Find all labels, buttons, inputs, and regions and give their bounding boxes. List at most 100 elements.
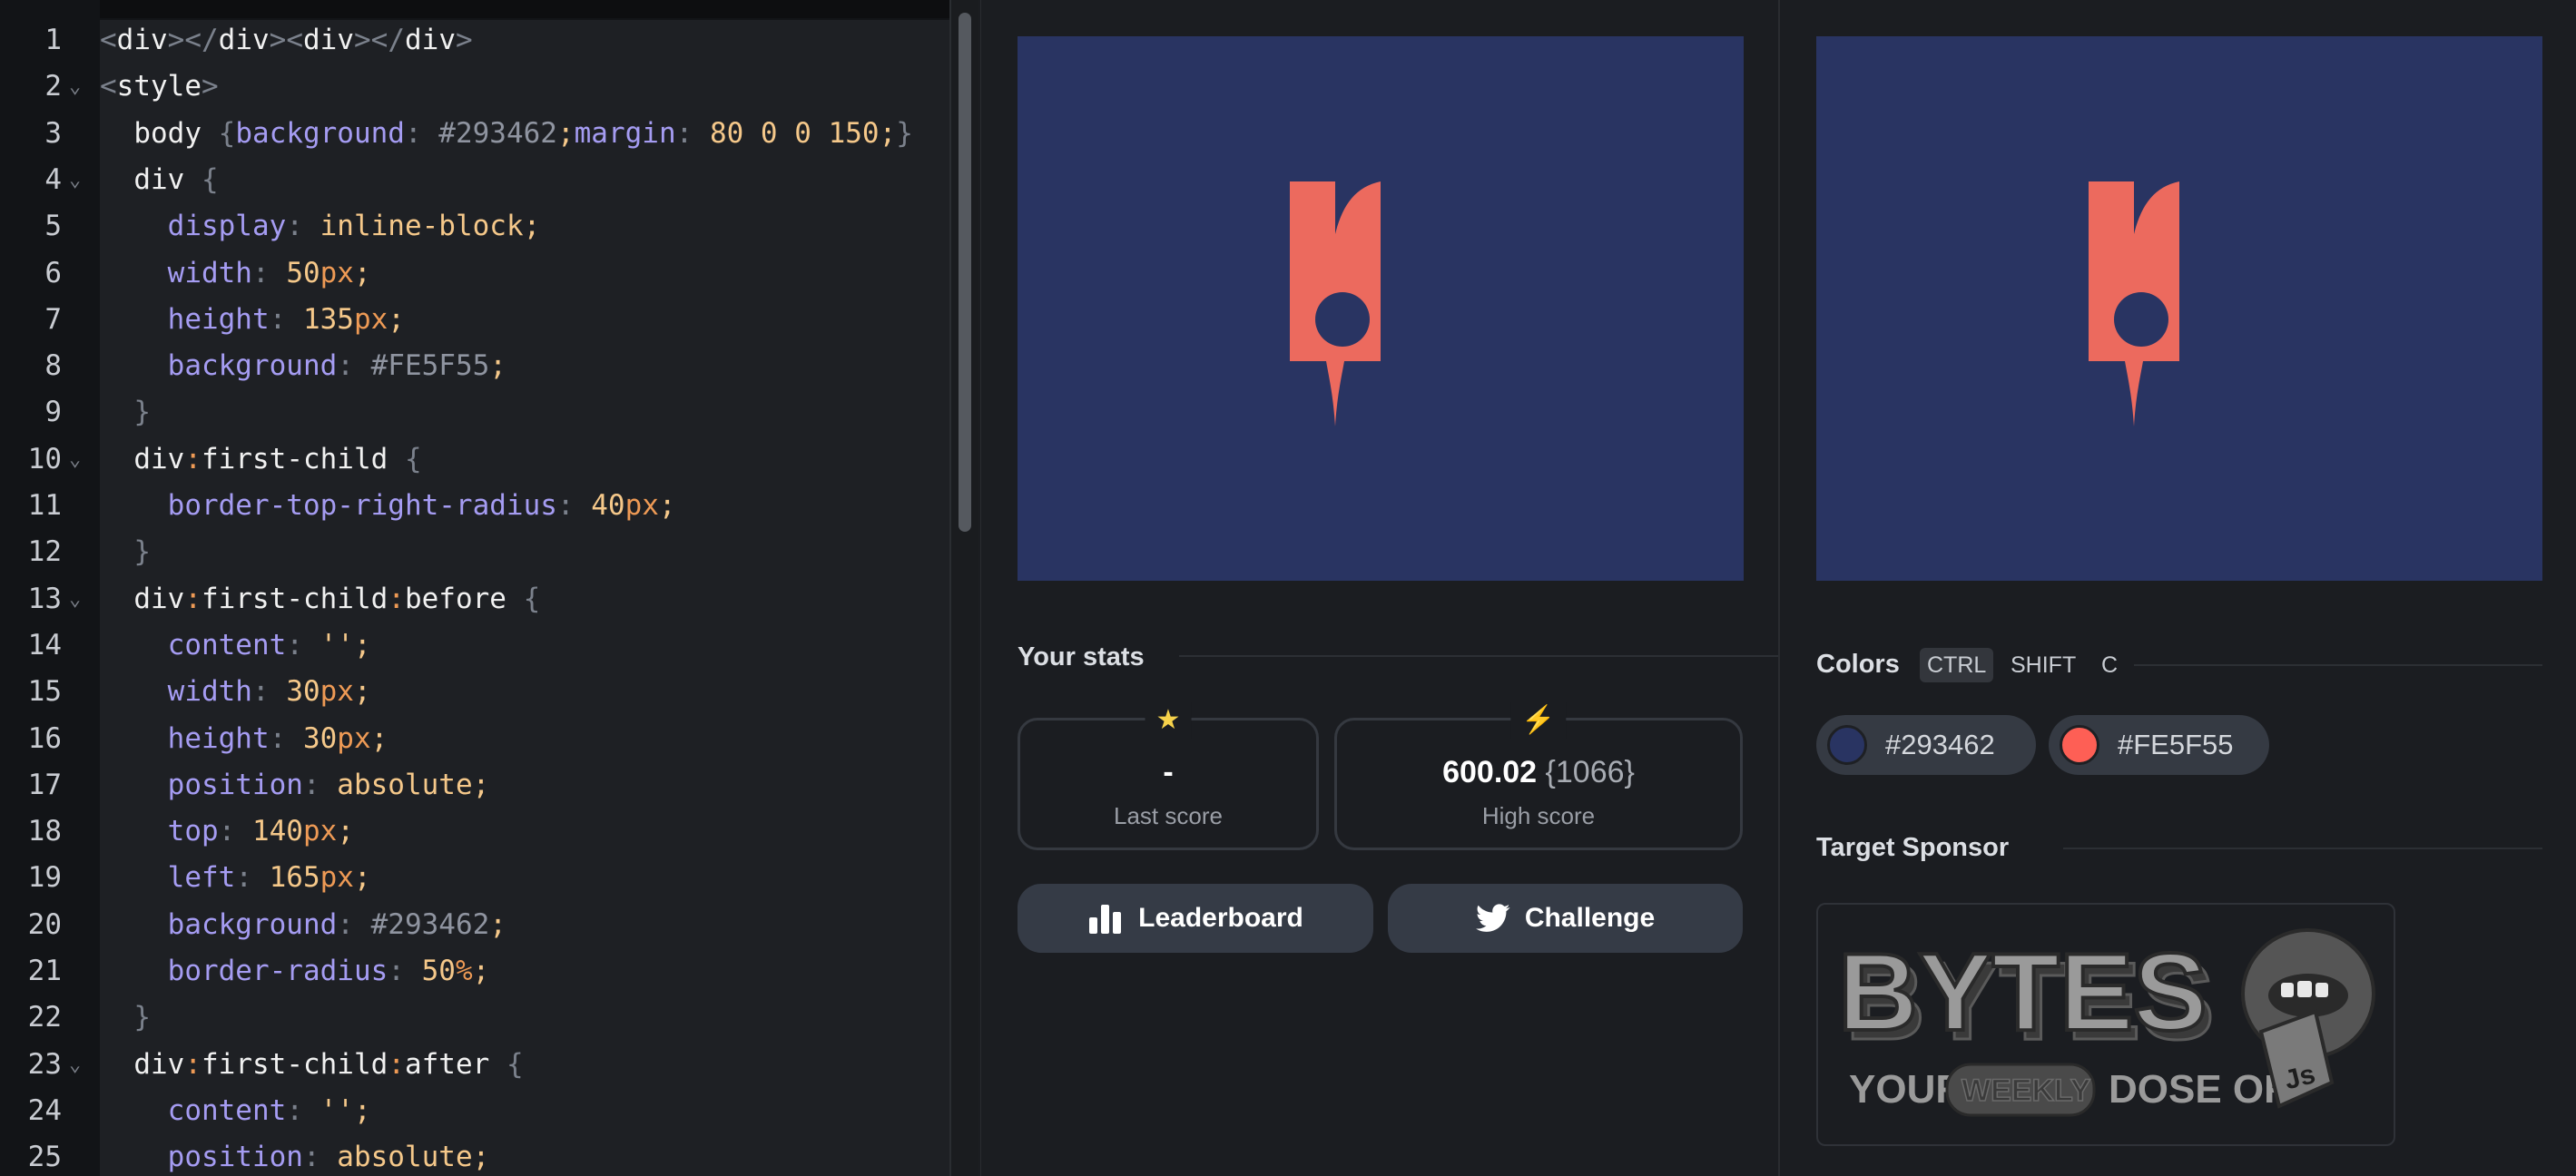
line-number: 8	[44, 349, 62, 383]
code-token: }	[133, 535, 151, 569]
target-preview[interactable]	[1816, 36, 2542, 581]
line-number: 16	[27, 721, 62, 755]
code-token: {	[201, 162, 219, 196]
line-code: content: '';	[100, 1088, 371, 1134]
code-token: 50	[421, 955, 456, 987]
code-token: 135	[302, 302, 354, 336]
code-token: absolute;	[337, 768, 490, 801]
line-number: 15	[27, 675, 62, 709]
code-token: margin	[574, 116, 676, 150]
swatch-dot-shape	[2060, 725, 2099, 765]
scrollbar-thumb[interactable]	[959, 13, 971, 532]
code-token: ;	[353, 675, 371, 709]
leaderboard-button[interactable]: Leaderboard	[1018, 884, 1373, 953]
code-token: :	[235, 861, 270, 895]
code-token: #293462	[438, 116, 557, 150]
code-token: div	[303, 24, 354, 56]
last-score-value: -	[1163, 755, 1174, 789]
code-token: :	[337, 349, 371, 383]
code-token: <	[100, 70, 117, 103]
code-token: background	[167, 907, 338, 941]
twitter-icon	[1475, 904, 1510, 932]
editor-scrollbar[interactable]	[949, 0, 978, 1176]
fold-chevron-icon[interactable]: ⌄	[69, 1042, 81, 1088]
code-token: absolute;	[337, 1141, 490, 1174]
code-token: 80 0 0 150;	[709, 116, 897, 150]
code-token: :	[388, 582, 405, 615]
challenge-button[interactable]: Challenge	[1388, 884, 1743, 953]
target-logo-shape	[2089, 181, 2179, 426]
code-token: 30	[286, 675, 320, 709]
output-panel: Your stats ★ - Last score ⚡ 600.02 {1066…	[980, 0, 1778, 1176]
high-score-number: 600.02	[1442, 755, 1538, 789]
line-code: }	[100, 995, 151, 1041]
fold-chevron-icon[interactable]: ⌄	[69, 436, 81, 483]
code-token: :	[404, 116, 439, 150]
line-code: width: 30px;	[100, 669, 371, 715]
code-token: :	[269, 302, 303, 336]
challenge-label: Challenge	[1524, 903, 1656, 933]
line-number: 18	[27, 815, 62, 848]
code-token: :	[184, 1047, 202, 1081]
line-number: 6	[44, 256, 62, 289]
code-token: first-child	[202, 1047, 388, 1081]
code-token: top	[167, 815, 219, 848]
code-token: content	[167, 628, 287, 662]
line-code: height: 30px;	[100, 716, 388, 762]
code-token: :	[251, 256, 287, 289]
code-token: px	[320, 256, 354, 289]
color-swatch-shape[interactable]: #FE5F55	[2049, 715, 2269, 775]
color-swatch-bg[interactable]: #293462	[1816, 715, 2036, 775]
code-token: ></	[167, 24, 219, 56]
swatch-dot-bg	[1827, 725, 1867, 765]
line-number: 23	[27, 1047, 62, 1081]
line-code: div {	[100, 157, 219, 203]
line-code: top: 140px;	[100, 808, 354, 855]
sponsor-banner[interactable]: BYTES BYTES YOUR WEEKLY DOSE OF Js	[1816, 903, 2395, 1146]
code-token: :	[184, 442, 202, 475]
fold-chevron-icon[interactable]: ⌄	[69, 157, 81, 203]
code-token: ><	[269, 24, 303, 56]
sponsor-divider	[2063, 848, 2542, 849]
code-token: px	[302, 815, 338, 848]
editor-top-bar	[0, 0, 978, 18]
code-token: ;	[472, 955, 490, 987]
code-token: first-child	[202, 582, 388, 615]
code-token: div	[405, 24, 456, 56]
code-token: {	[218, 116, 236, 150]
code-token: ;	[489, 907, 506, 941]
code-token: px	[624, 489, 659, 522]
fold-chevron-icon[interactable]: ⌄	[69, 64, 81, 110]
code-token: :	[302, 1141, 338, 1174]
stats-title: Your stats	[1018, 642, 1145, 671]
code-token: px	[337, 721, 371, 755]
output-preview[interactable]	[1018, 36, 1744, 581]
line-number: 5	[44, 210, 62, 243]
code-token: div	[116, 24, 168, 56]
code-token: %	[455, 955, 473, 987]
line-code: }	[100, 389, 151, 436]
code-token: px	[320, 861, 354, 895]
line-number: 14	[27, 628, 62, 662]
code-token: 140	[251, 815, 303, 848]
code-token: ;	[353, 256, 371, 289]
code-token: border-radius	[167, 955, 388, 987]
colors-divider	[2134, 664, 2542, 666]
code-token: width	[167, 256, 252, 289]
code-editor[interactable]: 1 <div></div><div></div> 2 ⌄ <style> 3 body {…	[0, 0, 978, 1176]
line-number: 11	[27, 489, 62, 522]
code-token: 30	[302, 721, 338, 755]
lightning-icon: ⚡	[1510, 702, 1567, 739]
fold-chevron-icon[interactable]: ⌄	[69, 576, 81, 622]
code-token: 165	[269, 861, 320, 895]
line-number: 2	[44, 70, 62, 103]
